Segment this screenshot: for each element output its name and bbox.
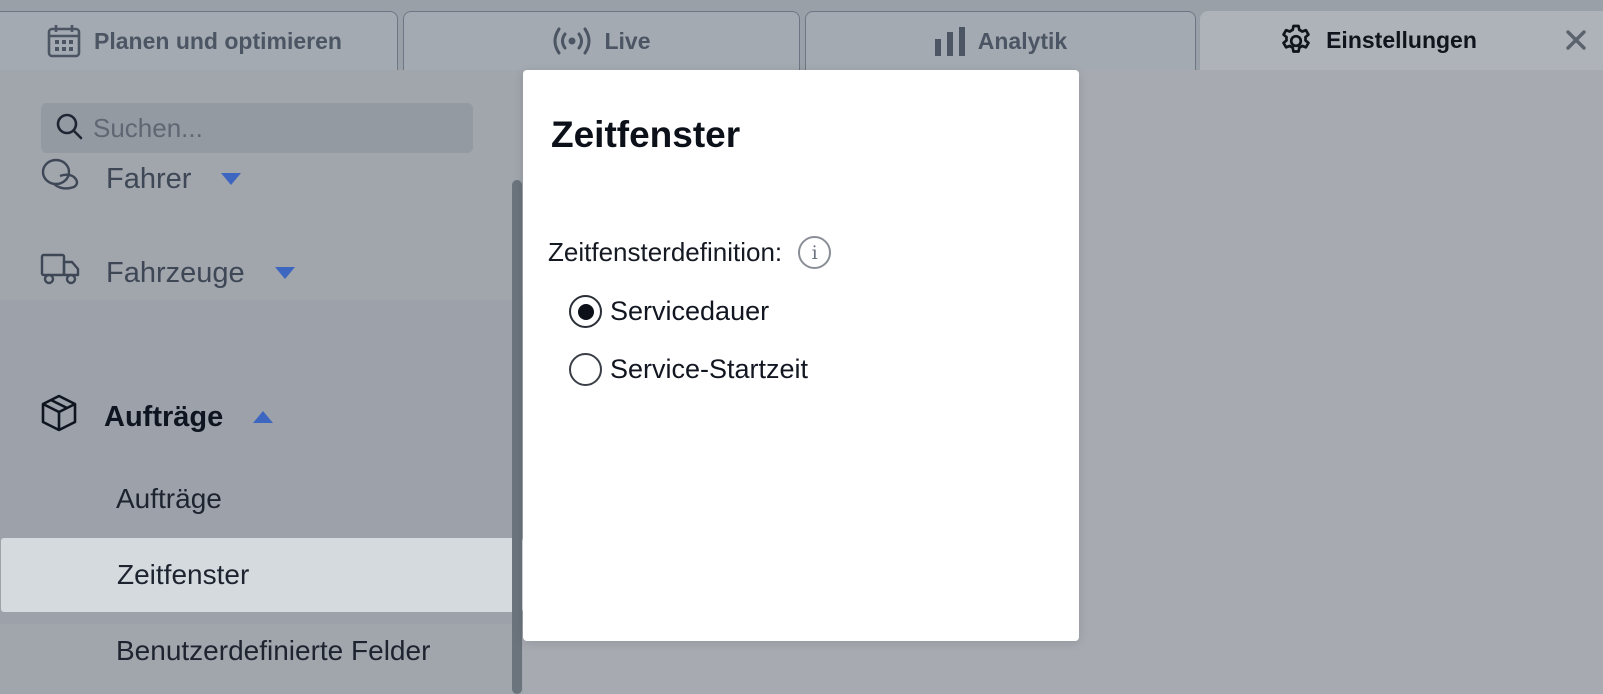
sidebar-item-label: Fahrzeuge	[106, 256, 245, 289]
sidebar-item-label: Fahrer	[106, 162, 192, 195]
tab-label: Einstellungen	[1326, 27, 1477, 53]
radio-button-unchecked[interactable]	[569, 353, 602, 386]
tab-label: Planen und optimieren	[94, 27, 342, 54]
tab-label: Analytik	[977, 27, 1068, 54]
sidebar-subitem-orders[interactable]: Aufträge	[0, 462, 523, 536]
sidebar-subitem-label: Aufträge	[116, 483, 222, 514]
sidebar-scrollbar[interactable]	[512, 180, 522, 694]
sidebar-subitem-label: Benutzerdefinierte Felder	[116, 635, 431, 666]
truck-icon	[40, 251, 80, 295]
time-window-definition-label: Zeitfensterdefinition: i	[548, 236, 832, 269]
radio-option-service-duration[interactable]: Servicedauer	[569, 295, 769, 328]
broadcast-icon	[552, 26, 592, 56]
chevron-down-icon	[221, 173, 242, 185]
calendar-icon	[46, 23, 82, 59]
tab-settings[interactable]: Einstellungen	[1200, 11, 1603, 70]
bar-chart-icon	[934, 26, 966, 56]
sidebar-item-orders[interactable]: Aufträge	[0, 370, 523, 464]
radio-label: Service-Startzeit	[610, 354, 809, 384]
chevron-up-icon	[253, 411, 274, 423]
package-icon	[40, 394, 78, 440]
close-icon[interactable]	[1560, 24, 1592, 56]
tab-plan-optimize[interactable]: Planen und optimieren	[0, 11, 398, 70]
sidebar-subitem-time-windows[interactable]: Zeitfenster	[1, 538, 523, 612]
tab-live[interactable]: Live	[403, 11, 800, 70]
radio-button-checked[interactable]	[569, 295, 602, 328]
info-icon[interactable]: i	[798, 236, 832, 269]
driver-icon	[40, 157, 80, 201]
gear-icon	[1278, 23, 1314, 59]
tab-analytics[interactable]: Analytik	[805, 11, 1196, 70]
time-window-dialog: Zeitfenster Zeitfensterdefinition: i Ser…	[523, 70, 1079, 641]
radio-option-service-start-time[interactable]: Service-Startzeit	[569, 353, 808, 386]
sidebar-item-drivers[interactable]: Fahrer	[0, 132, 523, 226]
tab-label: Live	[604, 27, 651, 54]
sidebar-subitem-label: Zeitfenster	[117, 559, 250, 590]
sidebar-subitem-custom-fields[interactable]: Benutzerdefinierte Felder	[0, 614, 523, 688]
sidebar-item-label: Aufträge	[104, 400, 224, 433]
chevron-down-icon	[274, 267, 295, 279]
field-label-text: Zeitfensterdefinition:	[548, 237, 783, 267]
info-glyph: i	[811, 241, 818, 264]
tab-bar: Planen und optimieren Live Analytik Eins…	[0, 0, 1603, 70]
radio-label: Servicedauer	[610, 296, 770, 326]
dialog-title: Zeitfenster	[551, 114, 741, 155]
